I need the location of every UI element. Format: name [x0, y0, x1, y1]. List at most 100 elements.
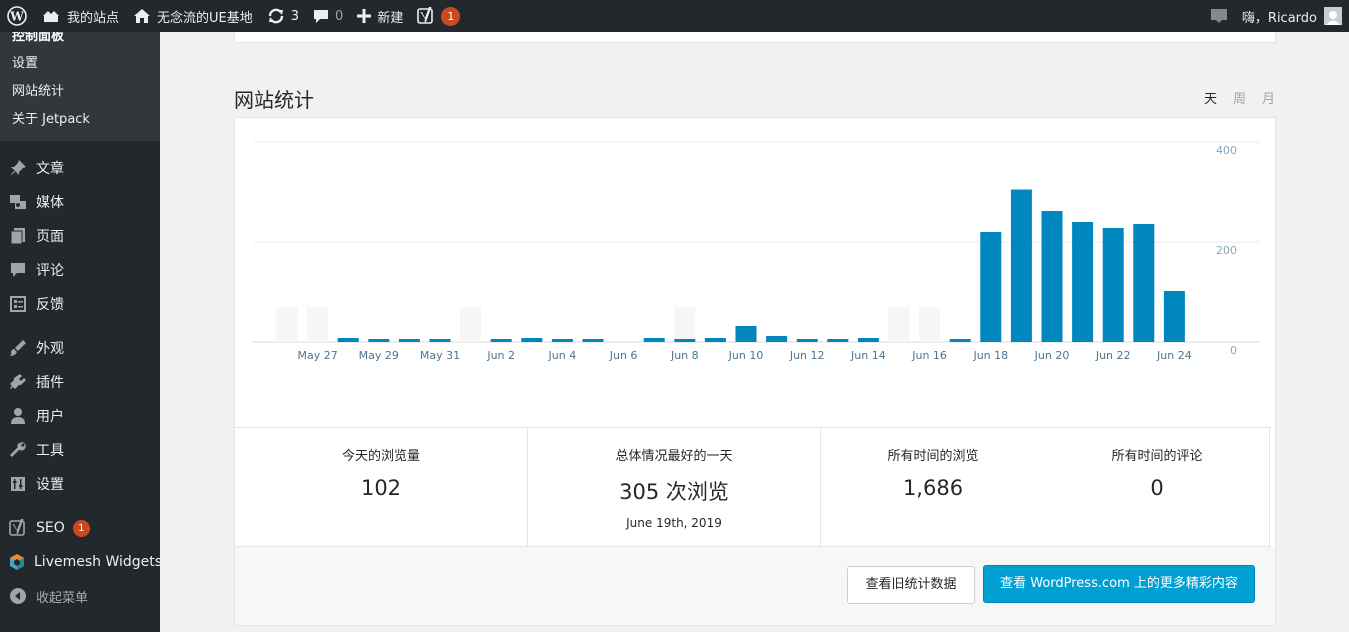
chart-bar: [521, 338, 543, 342]
yoast-seo-menu[interactable]: 1: [410, 0, 467, 32]
stats-summary: 今天的浏览量 102 总体情况最好的一天 305 次浏览 June 19th, …: [235, 427, 1271, 547]
menu-users-label: 用户: [36, 409, 64, 425]
site-name-menu[interactable]: 无念流的UE基地: [126, 0, 260, 32]
admin-sidebar: 控制面板 设置 网站统计 关于 Jetpack 文章 媒体 页面 评论 反馈 外…: [0, 32, 163, 632]
chart-bar: [857, 338, 879, 342]
plus-icon: [357, 9, 372, 23]
chart-bar: [1133, 224, 1155, 342]
menu-settings[interactable]: 设置: [0, 467, 160, 501]
weekend-shade: [919, 307, 941, 342]
stats-card: 0 200 400 May 27 May 29 May 31 Jun 2 Jun 4 Jun 6…: [234, 117, 1276, 626]
x-tick-label: May 31: [420, 349, 460, 362]
menu-posts[interactable]: 文章: [0, 151, 160, 185]
menu-plugins[interactable]: 插件: [0, 365, 160, 399]
all-time-comments-value: 0: [1150, 476, 1164, 500]
weekend-shade: [674, 307, 696, 342]
avatar: [1324, 7, 1342, 25]
all-time-comments: 所有时间的评论 0: [1045, 445, 1269, 546]
all-time-views-label: 所有时间的浏览: [887, 449, 979, 464]
chart-bar: [1102, 228, 1124, 342]
view-more-on-wordpress-button[interactable]: 查看 WordPress.com 上的更多精彩内容: [983, 565, 1255, 603]
section-title: 网站统计: [234, 88, 314, 112]
chart-bar: [643, 338, 665, 342]
chart-bar: [674, 339, 696, 342]
tab-week[interactable]: 周: [1233, 88, 1246, 107]
submenu-settings[interactable]: 设置: [0, 50, 160, 78]
comments-button[interactable]: 0: [306, 0, 350, 32]
best-day-box: 总体情况最好的一天 305 次浏览 June 19th, 2019: [528, 428, 821, 546]
submenu-dashboard[interactable]: 控制面板: [0, 32, 160, 50]
x-tick-label: May 29: [359, 349, 399, 362]
jetpack-submenu: 控制面板 设置 网站统计 关于 Jetpack: [0, 32, 160, 141]
x-tick-label: Jun 2: [486, 349, 515, 362]
notification-icon: [1210, 9, 1227, 23]
chart-bar: [1041, 211, 1063, 342]
greeting-label: 嗨，Ricardo: [1241, 10, 1317, 26]
y-tick-label: 200: [1216, 244, 1237, 257]
all-time-views-value: 1,686: [902, 476, 964, 500]
menu-comments[interactable]: 评论: [0, 253, 160, 287]
admin-bar: W 我的站点 无念流的UE基地 3 0 新建 1 嗨，Ricardo: [0, 0, 1349, 32]
chart-bar: [398, 339, 420, 342]
chart-bar: [551, 339, 573, 342]
chart-bar: [582, 339, 604, 342]
x-tick-label: Jun 20: [1034, 349, 1070, 362]
menu-tools[interactable]: 工具: [0, 433, 160, 467]
menu-posts-label: 文章: [36, 161, 64, 177]
menu-settings-label: 设置: [36, 477, 64, 493]
my-sites-menu[interactable]: 我的站点: [34, 0, 126, 32]
appearance-icon: [8, 338, 28, 358]
y-tick-label: 400: [1216, 144, 1237, 157]
collapse-menu-button[interactable]: 收起菜单: [0, 579, 160, 613]
menu-seo[interactable]: SEO 1: [0, 511, 160, 545]
user-avatar-icon: [1326, 11, 1340, 25]
weekend-shade: [888, 307, 910, 342]
my-sites-label: 我的站点: [67, 10, 120, 26]
pin-icon: [8, 158, 28, 178]
new-content-button[interactable]: 新建: [350, 0, 410, 32]
my-account-menu[interactable]: 嗨，Ricardo: [1235, 0, 1349, 32]
menu-media[interactable]: 媒体: [0, 185, 160, 219]
y-tick-label: 0: [1230, 344, 1237, 357]
all-time-comments-label: 所有时间的评论: [1111, 449, 1203, 464]
previous-card-bottom: [234, 32, 1276, 43]
views-bar-chart: 0 200 400 May 27 May 29 May 31 Jun 2 Jun 4 Jun 6…: [253, 141, 1260, 362]
chart-bar: [490, 339, 512, 342]
updates-count: 3: [290, 8, 300, 24]
chart-bar: [766, 336, 788, 342]
notifications-button[interactable]: [1203, 0, 1235, 32]
comments-count: 0: [335, 8, 344, 24]
seo-notification-badge: 1: [441, 6, 461, 26]
today-views-value: 102: [360, 476, 402, 500]
yoast-icon: [8, 518, 28, 538]
x-tick-label: Jun 4: [548, 349, 577, 362]
yoast-icon: [417, 7, 434, 24]
menu-appearance[interactable]: 外观: [0, 331, 160, 365]
menu-comments-label: 评论: [36, 263, 64, 279]
menu-users[interactable]: 用户: [0, 399, 160, 433]
x-tick-label: Jun 8: [670, 349, 699, 362]
chart-bar: [704, 338, 726, 342]
submenu-about-jetpack[interactable]: 关于 Jetpack: [0, 106, 160, 134]
wordpress-logo-icon: W: [7, 6, 27, 26]
x-tick-label: Jun 6: [609, 349, 638, 362]
view-legacy-stats-button[interactable]: 查看旧统计数据: [847, 566, 975, 604]
x-tick-label: Jun 12: [789, 349, 825, 362]
menu-feedback[interactable]: 反馈: [0, 287, 160, 321]
updates-button[interactable]: 3: [260, 0, 306, 32]
wordpress-logo-button[interactable]: W: [0, 0, 34, 32]
best-day-date: June 19th, 2019: [626, 516, 722, 530]
all-time-box: 所有时间的浏览 1,686 所有时间的评论 0: [821, 428, 1270, 546]
today-views-box: 今天的浏览量 102: [235, 428, 528, 546]
x-tick-label: Jun 14: [850, 349, 886, 362]
settings-icon: [8, 474, 28, 494]
user-icon: [8, 406, 28, 426]
tab-month[interactable]: 月: [1262, 88, 1275, 107]
menu-livemesh-widgets[interactable]: Livemesh Widgets: [0, 545, 163, 579]
submenu-site-stats[interactable]: 网站统计: [0, 78, 160, 106]
tab-day[interactable]: 天: [1204, 88, 1217, 107]
menu-livemesh-label: Livemesh Widgets: [34, 554, 163, 570]
menu-pages[interactable]: 页面: [0, 219, 160, 253]
chart-bar: [1072, 222, 1094, 342]
svg-text:W: W: [9, 10, 24, 24]
